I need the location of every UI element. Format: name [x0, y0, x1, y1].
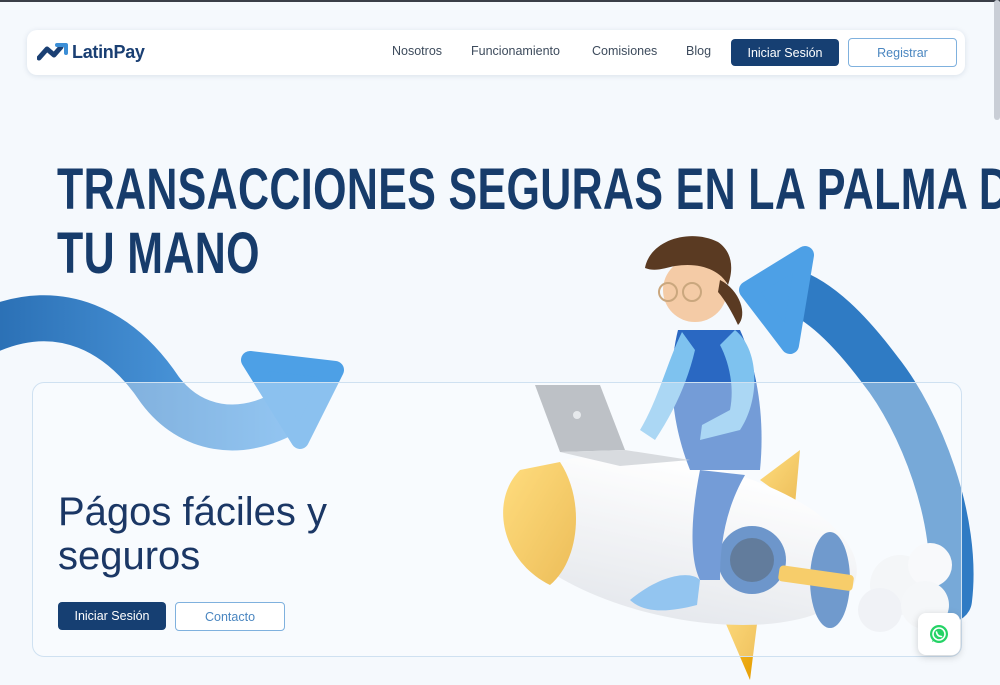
card-heading: Págos fáciles y seguros	[58, 490, 398, 578]
hero-title: TRANSACCIONES SEGURAS EN LA PALMA DE TU …	[57, 157, 1000, 286]
window-top-edge	[0, 0, 1000, 2]
card-heading-line-1: Págos fáciles y	[58, 490, 328, 534]
card-heading-line-2: seguros	[58, 534, 201, 578]
scrollbar[interactable]	[994, 0, 1000, 120]
hero-title-line-1: TRANSACCIONES SEGURAS EN LA PALMA DE	[57, 157, 1000, 222]
nav-link-blog[interactable]: Blog	[686, 44, 711, 58]
nav-link-comisiones[interactable]: Comisiones	[592, 44, 657, 58]
card-login-button[interactable]: Iniciar Sesión	[58, 602, 166, 630]
nav-link-funcionamiento[interactable]: Funcionamiento	[471, 44, 560, 58]
hero-title-line-2: TU MANO	[57, 221, 260, 286]
nav-link-nosotros[interactable]: Nosotros	[392, 44, 442, 58]
contact-button[interactable]: Contacto	[175, 602, 285, 631]
whatsapp-button[interactable]	[918, 613, 960, 655]
latinpay-logo-icon	[37, 43, 68, 61]
logo-text: LatinPay	[72, 41, 145, 62]
logo[interactable]: LatinPay	[37, 40, 145, 64]
navbar: LatinPay Nosotros Funcionamiento Comisio…	[27, 30, 965, 75]
register-button[interactable]: Registrar	[848, 38, 957, 67]
whatsapp-icon	[930, 625, 948, 643]
login-button[interactable]: Iniciar Sesión	[731, 39, 839, 66]
